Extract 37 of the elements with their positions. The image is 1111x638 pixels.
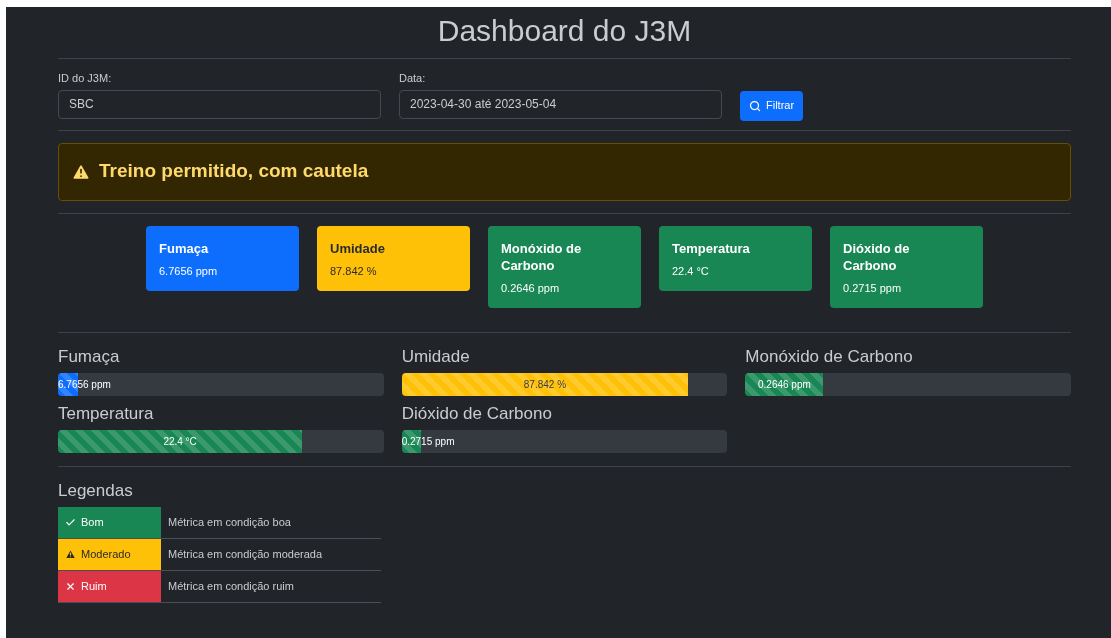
metric-title: Dióxido de Carbono (401, 403, 553, 425)
metric-title: Temperatura (58, 403, 155, 425)
page-title: Dashboard do J3M (436, 13, 693, 49)
card-value: 6.7656 ppm (159, 263, 219, 279)
legend-label: Ruim (81, 578, 107, 594)
cross-icon (65, 580, 76, 592)
card-title: Temperatura (672, 239, 751, 257)
search-icon (749, 99, 761, 112)
field-label: ID do J3M: (58, 71, 113, 86)
card-value: 22.4 °C (672, 263, 710, 279)
legend-description: Métrica em condição boa (167, 514, 292, 530)
id-field[interactable]: SBC (58, 89, 381, 119)
card-title: Umidade (330, 239, 386, 257)
alert-text: Treino permitido, com cautela (99, 159, 369, 184)
field-label: Data: (399, 71, 427, 86)
card-title: Monóxido de Carbono (501, 239, 583, 274)
card-title: Fumaça (159, 239, 210, 257)
progress-reading: 87.842 % (523, 378, 567, 392)
card-value: 0.2646 ppm (501, 280, 561, 296)
check-icon (65, 516, 76, 528)
progress-reading: 0.2646 ppm (758, 378, 811, 392)
metric-title: Monóxido de Carbono (745, 346, 914, 368)
legend-title: Legendas (58, 480, 134, 502)
filter-button[interactable]: Filtrar (740, 90, 804, 121)
warning-icon (65, 548, 76, 560)
legend-label: Bom (81, 514, 104, 530)
card-title: Dióxido de Carbono (843, 239, 911, 274)
legend-description: Métrica em condição moderada (167, 546, 324, 562)
progress-reading: 22.4 °C (163, 435, 197, 449)
date-range-field[interactable]: 2023-04-30 até 2023-05-04 (399, 89, 722, 119)
card-value: 87.842 % (330, 263, 378, 279)
legend-label: Moderado (81, 546, 131, 562)
metric-title: Umidade (401, 346, 471, 368)
progress-reading: 0.2715 ppm (401, 435, 455, 449)
legend-description: Métrica em condição ruim (167, 578, 295, 594)
card-value: 0.2715 ppm (843, 280, 903, 296)
metric-title: Fumaça (58, 346, 121, 368)
